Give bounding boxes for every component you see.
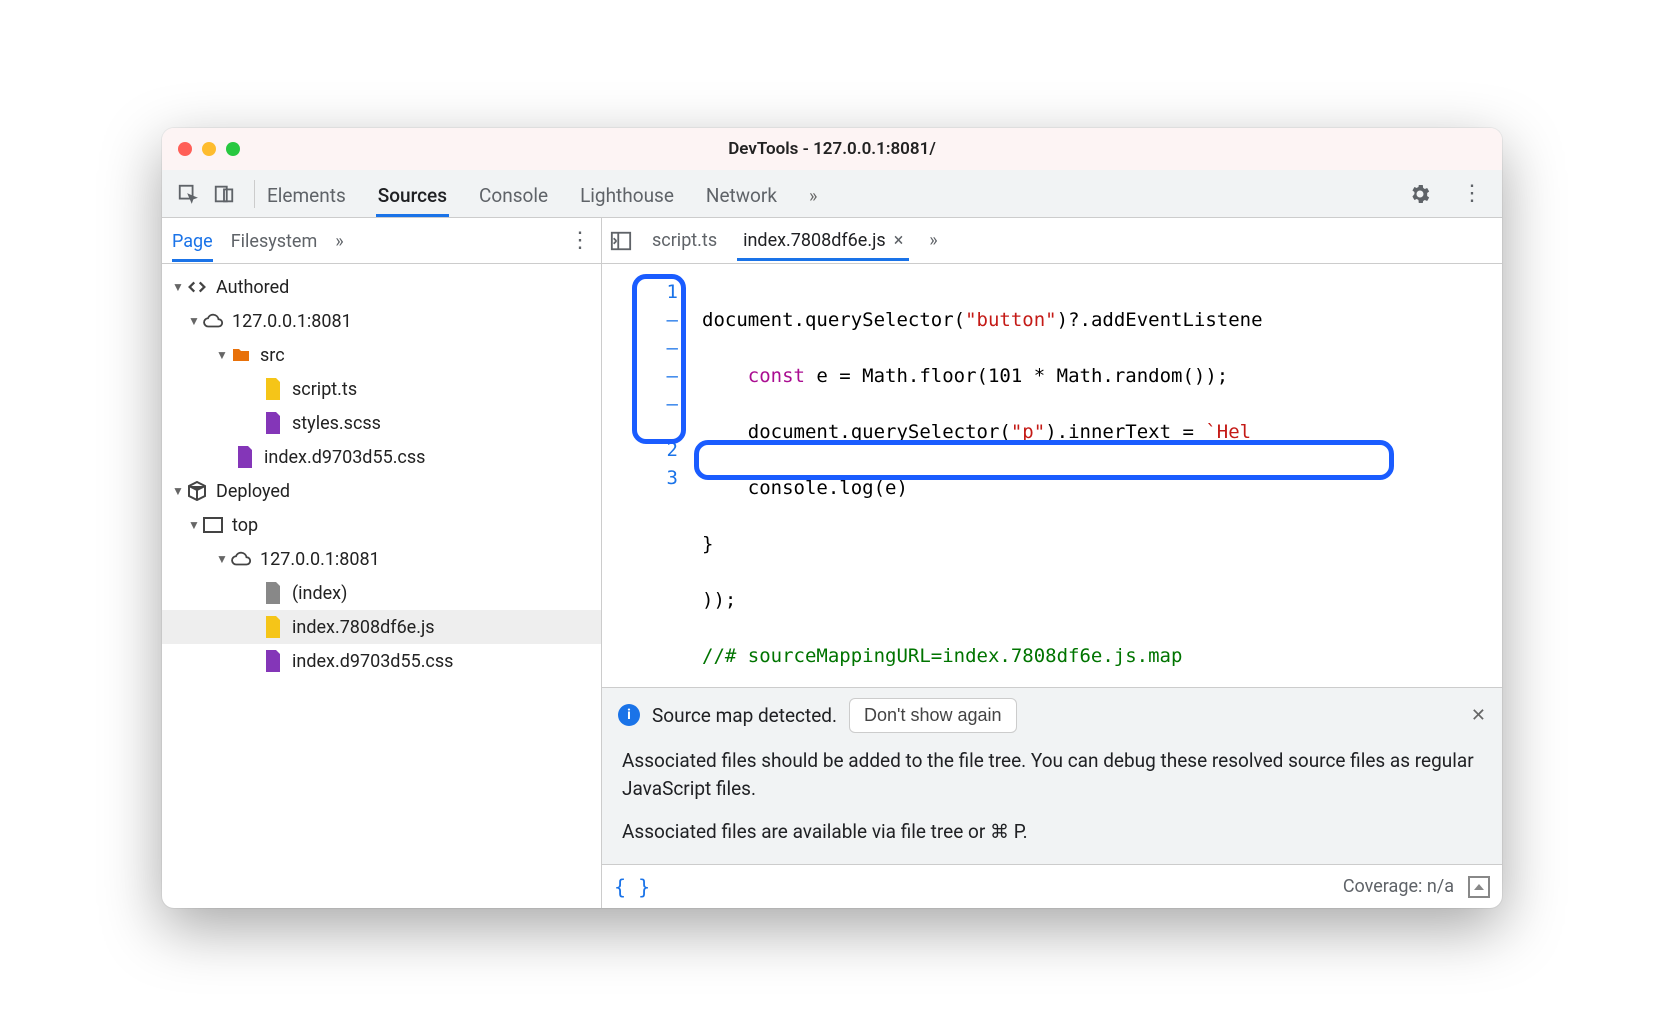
device-toolbar-icon[interactable] [208, 178, 240, 210]
line-gutter: 1 – – – – 2 3 [602, 264, 692, 687]
code-text: "button" [965, 309, 1057, 331]
editor-tab-label: index.7808df6e.js [743, 230, 886, 251]
cloud-icon [202, 310, 224, 332]
tree-label: 127.0.0.1:8081 [232, 311, 352, 332]
info-close-icon[interactable]: ✕ [1471, 705, 1486, 726]
editor-tab-index-js[interactable]: index.7808df6e.js × [737, 220, 909, 261]
editor-tab-script-ts[interactable]: script.ts [646, 220, 723, 261]
code-text: console.log(e) [702, 477, 908, 499]
tree-label: Authored [216, 277, 289, 298]
devtools-window: DevTools - 127.0.0.1:8081/ Elements Sour… [162, 128, 1502, 908]
pretty-print-icon[interactable]: { } [614, 875, 650, 899]
tree-script-ts[interactable]: script.ts [162, 372, 601, 406]
nav-tab-filesystem[interactable]: Filesystem [231, 219, 318, 262]
info-panel: i Source map detected. Don't show again … [602, 687, 1502, 865]
settings-icon[interactable] [1404, 178, 1436, 210]
css-file-icon [234, 446, 256, 468]
annotation-box-gutter [632, 274, 686, 444]
nav-tab-page[interactable]: Page [172, 219, 213, 262]
code-text: )); [702, 589, 736, 611]
js-file-icon [262, 378, 284, 400]
tree-label: index.7808df6e.js [292, 617, 435, 638]
more-tabs-icon[interactable]: » [807, 186, 819, 217]
info-text: Associated files are available via file … [622, 818, 1486, 847]
tree-deployed[interactable]: ▼ Deployed [162, 474, 601, 508]
navigator-tabs: Page Filesystem » ⋮ [162, 218, 601, 264]
nav-kebab-icon[interactable]: ⋮ [569, 230, 591, 252]
tree-label: Deployed [216, 481, 290, 502]
code-text [702, 365, 748, 387]
main-toolbar: Elements Sources Console Lighthouse Netw… [162, 170, 1502, 218]
editor-tab-label: script.ts [652, 230, 717, 251]
annotation-box-sourcemap [694, 440, 1394, 480]
tree-index-css-1[interactable]: index.d9703d55.css [162, 440, 601, 474]
code-text: } [702, 533, 713, 555]
titlebar: DevTools - 127.0.0.1:8081/ [162, 128, 1502, 170]
tree-styles-scss[interactable]: styles.scss [162, 406, 601, 440]
info-header: i Source map detected. Don't show again … [618, 698, 1486, 733]
tab-sources[interactable]: Sources [376, 184, 449, 217]
code-editor[interactable]: 1 – – – – 2 3 document.querySelector("bu… [602, 264, 1502, 687]
folder-icon [230, 344, 252, 366]
show-drawer-icon[interactable] [1468, 876, 1490, 898]
code-icon [186, 276, 208, 298]
tree-index-css-2[interactable]: index.d9703d55.css [162, 644, 601, 678]
file-icon [262, 582, 284, 604]
tree-label: index.d9703d55.css [264, 447, 425, 468]
info-text: Associated files should be added to the … [622, 747, 1486, 804]
code-content: document.querySelector("button")?.addEve… [692, 264, 1502, 687]
inspect-icon[interactable] [172, 178, 204, 210]
tab-console[interactable]: Console [477, 184, 550, 217]
tab-network[interactable]: Network [704, 184, 779, 217]
toggle-navigator-icon[interactable] [610, 230, 632, 252]
js-file-icon [262, 616, 284, 638]
tree-label: script.ts [292, 379, 357, 400]
editor-area: script.ts index.7808df6e.js × » 1 – – – … [602, 218, 1502, 908]
window-title: DevTools - 127.0.0.1:8081/ [162, 139, 1502, 159]
tree-authored[interactable]: ▼ Authored [162, 270, 601, 304]
navigator-sidebar: Page Filesystem » ⋮ ▼ Authored ▼ 127.0.0… [162, 218, 602, 908]
coverage-label: Coverage: n/a [1343, 876, 1454, 897]
editor-tabs: script.ts index.7808df6e.js × » [602, 218, 1502, 264]
css-file-icon [262, 412, 284, 434]
frame-icon [202, 514, 224, 536]
tree-label: styles.scss [292, 413, 381, 434]
code-text: //# sourceMappingURL=index.7808df6e.js.m… [702, 645, 1182, 667]
main-tabs: Elements Sources Console Lighthouse Netw… [265, 170, 819, 217]
tab-lighthouse[interactable]: Lighthouse [578, 184, 676, 217]
nav-more-tabs-icon[interactable]: » [335, 219, 343, 262]
tree-label: src [260, 345, 285, 366]
code-text: document.querySelector( [702, 309, 965, 331]
tree-label: top [232, 515, 258, 536]
code-text: e = Math.floor(101 * Math.random()); [805, 365, 1228, 387]
tree-host-deployed[interactable]: ▼ 127.0.0.1:8081 [162, 542, 601, 576]
info-icon: i [618, 704, 640, 726]
cube-icon [186, 480, 208, 502]
code-text: const [748, 365, 805, 387]
tree-index-html[interactable]: (index) [162, 576, 601, 610]
css-file-icon [262, 650, 284, 672]
cloud-icon [230, 548, 252, 570]
file-tree: ▼ Authored ▼ 127.0.0.1:8081 ▼ src [162, 264, 601, 908]
tree-index-js[interactable]: index.7808df6e.js [162, 610, 601, 644]
editor-more-tabs-icon[interactable]: » [923, 220, 943, 261]
tree-label: 127.0.0.1:8081 [260, 549, 380, 570]
info-title: Source map detected. [652, 704, 837, 727]
kebab-menu-icon[interactable]: ⋮ [1456, 178, 1488, 210]
tree-label: (index) [292, 583, 347, 604]
line-number: 3 [602, 464, 678, 492]
toolbar-divider [254, 180, 255, 208]
editor-footer: { } Coverage: n/a [602, 864, 1502, 908]
tab-elements[interactable]: Elements [265, 184, 348, 217]
tree-label: index.d9703d55.css [292, 651, 453, 672]
content-area: Page Filesystem » ⋮ ▼ Authored ▼ 127.0.0… [162, 218, 1502, 908]
tree-host-authored[interactable]: ▼ 127.0.0.1:8081 [162, 304, 601, 338]
dont-show-again-button[interactable]: Don't show again [849, 698, 1017, 733]
tree-src[interactable]: ▼ src [162, 338, 601, 372]
tree-top[interactable]: ▼ top [162, 508, 601, 542]
close-tab-icon[interactable]: × [894, 230, 904, 251]
code-text: )?.addEventListene [1057, 309, 1263, 331]
info-body: Associated files should be added to the … [618, 733, 1486, 855]
